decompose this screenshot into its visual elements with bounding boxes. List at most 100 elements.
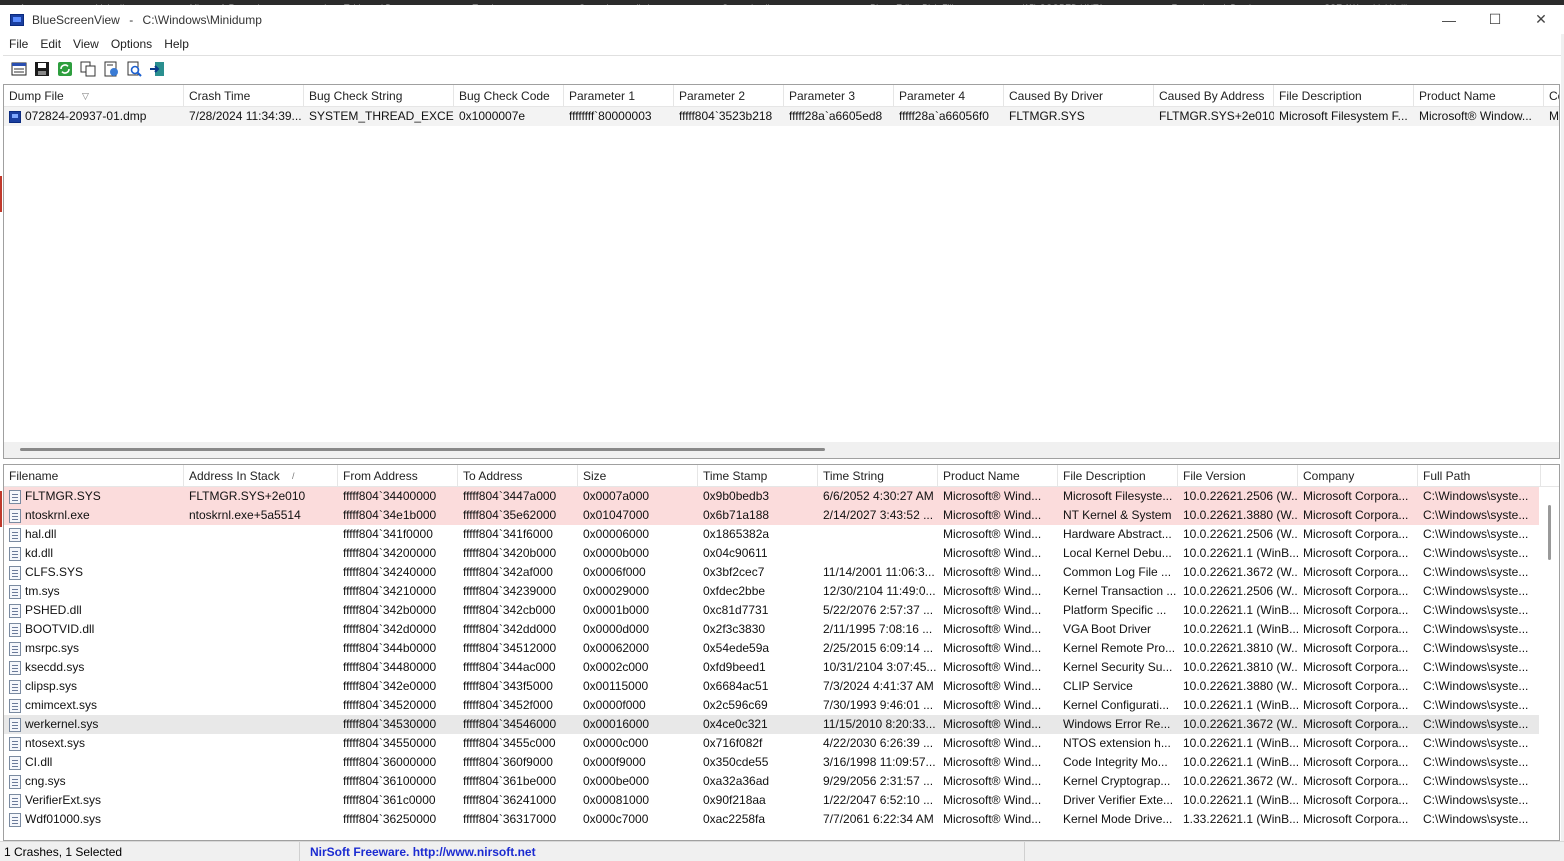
- module-cell-product-name: Microsoft® Wind...: [938, 677, 1058, 696]
- module-cell-filename: werkernel.sys: [4, 715, 184, 734]
- module-row[interactable]: cmimcext.sys fffff804`34520000 fffff804`34…: [4, 696, 1559, 715]
- cell-text: fffff804`34239000: [463, 584, 557, 598]
- nirsoft-link[interactable]: NirSoft Freeware. http://www.nirsoft.net: [300, 841, 1025, 861]
- column-header-caused-by-driver[interactable]: Caused By Driver: [1004, 85, 1154, 107]
- module-cell-full-path: C:\Windows\syste...: [1418, 525, 1541, 544]
- cell-text: 0xac2258fa: [703, 812, 766, 826]
- cell-text: 0x00081000: [583, 793, 650, 807]
- column-header-file-description[interactable]: File Description: [1058, 465, 1178, 487]
- cell-text: fffff804`34550000: [343, 736, 437, 750]
- close-button[interactable]: ✕: [1518, 5, 1564, 34]
- cell-text: 10.0.22621.1 (WinB...: [1183, 603, 1298, 617]
- hscroll-thumb[interactable]: [20, 448, 825, 451]
- module-cell-full-path: C:\Windows\syste...: [1418, 734, 1541, 753]
- column-header-address-in-stack[interactable]: Address In Stack /: [184, 465, 338, 487]
- module-row[interactable]: ksecdd.sys fffff804`34480000 fffff804`344a…: [4, 658, 1559, 677]
- module-row[interactable]: cng.sys fffff804`36100000 fffff804`361be00…: [4, 772, 1559, 791]
- save-button[interactable]: [32, 59, 52, 79]
- cell-text: 10.0.22621.3810 (W...: [1183, 641, 1298, 655]
- column-header-caused-by-address[interactable]: Caused By Address: [1154, 85, 1274, 107]
- module-cell-company: Microsoft Corpora...: [1298, 601, 1418, 620]
- module-cell-filename: msrpc.sys: [4, 639, 184, 658]
- module-cell-to-address: fffff804`36241000: [458, 791, 578, 810]
- vscroll-thumb[interactable]: [1548, 505, 1551, 560]
- module-row[interactable]: ntosext.sys fffff804`34550000 fffff804`345…: [4, 734, 1559, 753]
- cell-text: fffff804`3452f000: [463, 698, 553, 712]
- module-row[interactable]: tm.sys fffff804`34210000 fffff804`34239000…: [4, 582, 1559, 601]
- column-header-size[interactable]: Size: [578, 465, 698, 487]
- html-report-button[interactable]: [101, 59, 121, 79]
- module-row[interactable]: kd.dll fffff804`34200000 fffff804`3420b000…: [4, 544, 1559, 563]
- column-header-file-description[interactable]: File Description: [1274, 85, 1414, 107]
- column-header-time-string[interactable]: Time String: [818, 465, 938, 487]
- find-button[interactable]: [124, 59, 144, 79]
- module-cell-full-path: C:\Windows\syste...: [1418, 677, 1541, 696]
- column-header-bug-check-string[interactable]: Bug Check String: [304, 85, 454, 107]
- cell-text: C:\Windows\syste...: [1423, 755, 1529, 769]
- column-header-label: Bug Check String: [309, 89, 403, 103]
- crash-row[interactable]: 072824-20937-01.dmp 7/28/2024 11:34:39...…: [4, 107, 1559, 126]
- cell-text: 10.0.22621.1 (WinB...: [1183, 793, 1298, 807]
- module-row[interactable]: clipsp.sys fffff804`342e0000 fffff804`343f…: [4, 677, 1559, 696]
- crash-list-hscroll[interactable]: [4, 442, 1559, 458]
- module-cell-from-address: fffff804`34e1b000: [338, 506, 458, 525]
- save-icon: [35, 61, 49, 76]
- module-row[interactable]: Wdf01000.sys fffff804`36250000 fffff804`36…: [4, 810, 1559, 829]
- column-header-label: To Address: [463, 469, 523, 483]
- menu-options[interactable]: Options: [105, 37, 158, 51]
- refresh-button[interactable]: [55, 59, 75, 79]
- menu-help[interactable]: Help: [158, 37, 195, 51]
- exit-button[interactable]: [147, 59, 167, 79]
- module-row[interactable]: PSHED.dll fffff804`342b0000 fffff804`342cb…: [4, 601, 1559, 620]
- module-row[interactable]: msrpc.sys fffff804`344b0000 fffff804`34512…: [4, 639, 1559, 658]
- module-row[interactable]: FLTMGR.SYS FLTMGR.SYS+2e010 fffff804`34400…: [4, 487, 1559, 506]
- module-cell-company: Microsoft Corpora...: [1298, 582, 1418, 601]
- cell-text: Kernel Security Su...: [1063, 660, 1173, 674]
- maximize-button[interactable]: ☐: [1472, 5, 1518, 34]
- copy-button[interactable]: [78, 59, 98, 79]
- module-cell-to-address: fffff804`34239000: [458, 582, 578, 601]
- column-header-company[interactable]: Company: [1298, 465, 1418, 487]
- module-row[interactable]: ntoskrnl.exe ntoskrnl.exe+5a5514 fffff804`…: [4, 506, 1559, 525]
- column-header-file-version[interactable]: File Version: [1178, 465, 1298, 487]
- module-cell-address-in-stack: [184, 715, 338, 734]
- column-header-product-name[interactable]: Product Name: [1414, 85, 1544, 107]
- menu-view[interactable]: View: [67, 37, 105, 51]
- cell-text: 2/11/1995 7:08:16 ...: [823, 622, 933, 636]
- column-header-to-address[interactable]: To Address: [458, 465, 578, 487]
- column-header-parameter-1[interactable]: Parameter 1: [564, 85, 674, 107]
- module-row[interactable]: CI.dll fffff804`36000000 fffff804`360f9000…: [4, 753, 1559, 772]
- column-header-dump-file[interactable]: Dump File ▽: [4, 85, 184, 107]
- cell-text: Microsoft® Wind...: [943, 603, 1042, 617]
- crash-cell-caused-by-address: FLTMGR.SYS+2e010: [1154, 107, 1274, 126]
- module-row[interactable]: BOOTVID.dll fffff804`342d0000 fffff804`342…: [4, 620, 1559, 639]
- minimize-button[interactable]: —: [1426, 5, 1472, 34]
- column-header-time-stamp[interactable]: Time Stamp: [698, 465, 818, 487]
- module-row[interactable]: hal.dll fffff804`341f0000 fffff804`341f600…: [4, 525, 1559, 544]
- column-header-label: Address In Stack: [189, 469, 280, 483]
- column-header-full-path[interactable]: Full Path: [1418, 465, 1541, 487]
- module-row[interactable]: CLFS.SYS fffff804`34240000 fffff804`342af0…: [4, 563, 1559, 582]
- column-header-product-name[interactable]: Product Name: [938, 465, 1058, 487]
- column-header-crash-time[interactable]: Crash Time: [184, 85, 304, 107]
- cell-text: 7/30/1993 9:46:01 ...: [823, 698, 934, 712]
- menu-edit[interactable]: Edit: [34, 37, 67, 51]
- cell-text: fffff804`342dd000: [463, 622, 557, 636]
- column-header-filename[interactable]: Filename: [4, 465, 184, 487]
- cell-text: Microsoft® Wind...: [943, 641, 1042, 655]
- column-header-bug-check-code[interactable]: Bug Check Code: [454, 85, 564, 107]
- column-header-from-address[interactable]: From Address: [338, 465, 458, 487]
- module-list-vscroll[interactable]: [1539, 487, 1559, 840]
- module-row[interactable]: VerifierExt.sys fffff804`361c0000 fffff804…: [4, 791, 1559, 810]
- cell-text: fffff28a`a66056f0: [899, 109, 989, 123]
- column-header-co[interactable]: Co: [1544, 85, 1559, 107]
- cell-text: C:\Windows\syste...: [1423, 546, 1529, 560]
- module-cell-to-address: fffff804`343f5000: [458, 677, 578, 696]
- module-row[interactable]: werkernel.sys fffff804`34530000 fffff804`3…: [4, 715, 1559, 734]
- cell-text: 0x00115000: [583, 679, 649, 693]
- menu-file[interactable]: File: [3, 37, 34, 51]
- column-header-parameter-4[interactable]: Parameter 4: [894, 85, 1004, 107]
- properties-button[interactable]: [9, 59, 29, 79]
- column-header-parameter-2[interactable]: Parameter 2: [674, 85, 784, 107]
- column-header-parameter-3[interactable]: Parameter 3: [784, 85, 894, 107]
